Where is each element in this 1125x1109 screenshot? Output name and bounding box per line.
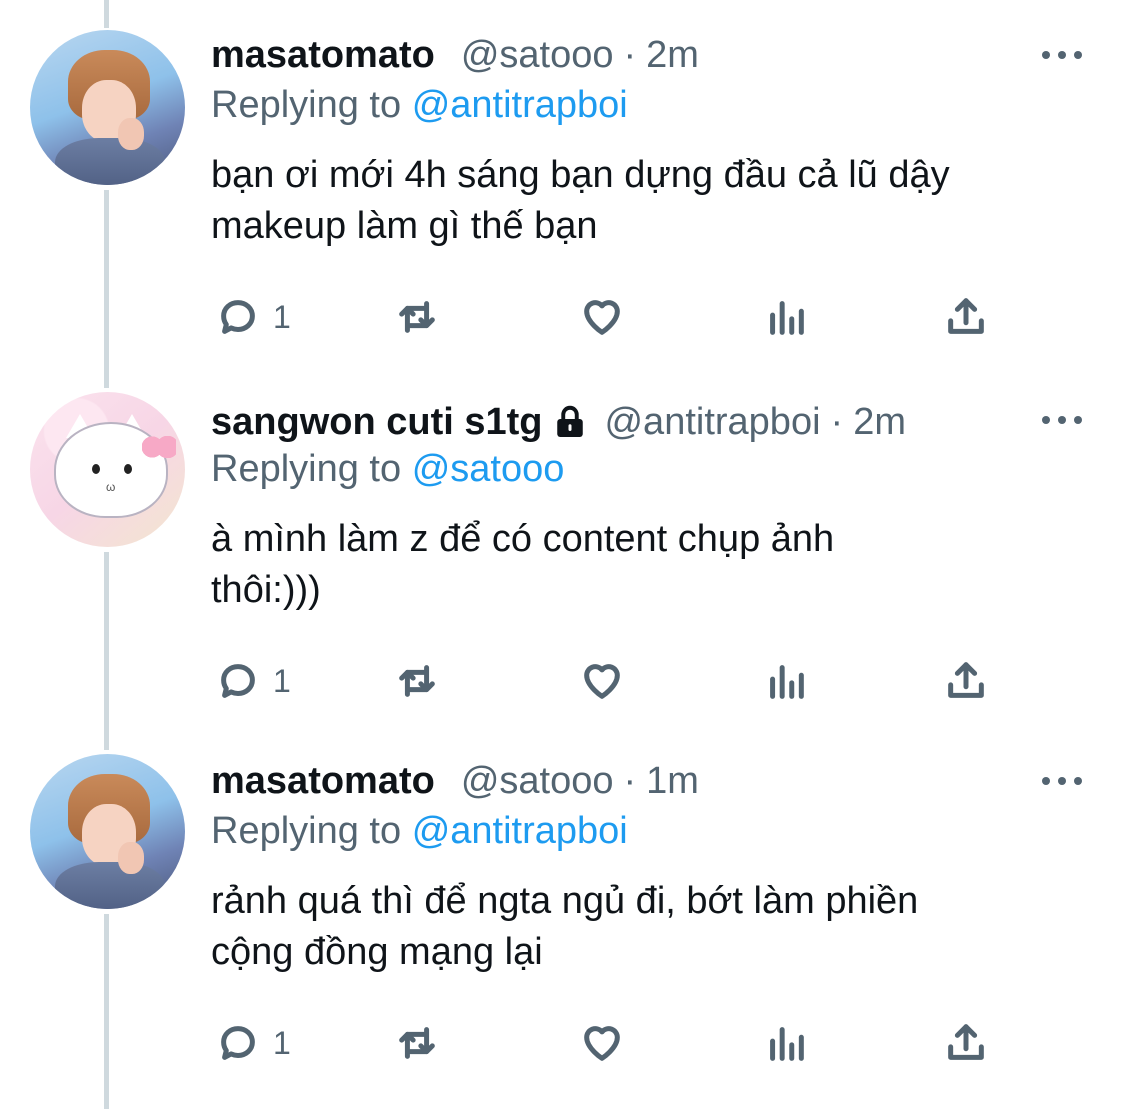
tweet-header: masatomato @satooo · 1m — [211, 756, 699, 806]
tweet-header: sangwon cuti s1tg @antitrapboi · 2m — [211, 397, 906, 447]
replying-prefix: Replying to — [211, 84, 402, 126]
user-handle[interactable]: @satooo — [461, 760, 614, 803]
tweet-text-line: à mình làm z để có content chụp ảnh — [211, 518, 835, 560]
analytics-icon — [770, 665, 804, 699]
heart-icon — [584, 1026, 620, 1061]
tweet-header: masatomato @satooo · 2m — [211, 30, 699, 80]
retweet-button[interactable] — [394, 292, 440, 342]
reply-count: 1 — [273, 662, 291, 699]
reply-button[interactable]: 1 — [215, 656, 291, 706]
retweet-button[interactable] — [394, 1018, 440, 1068]
timestamp[interactable]: 2m — [646, 34, 699, 77]
like-button[interactable] — [579, 656, 625, 706]
tweet-text-line: bạn ơi mới 4h sáng bạn dựng đầu cả lũ dậ… — [211, 154, 950, 196]
tweet[interactable]: ω sangwon cuti s1tg @antitrapboi · 2m Re… — [0, 362, 1125, 732]
tweet-actions: 1 — [211, 1018, 1011, 1068]
views-button[interactable] — [763, 1018, 809, 1068]
views-button[interactable] — [763, 656, 809, 706]
replying-to: Replying to @satooo — [211, 448, 564, 491]
like-button[interactable] — [579, 292, 625, 342]
reply-icon — [221, 664, 255, 698]
tweet-text-line: cộng đồng mạng lại — [211, 931, 543, 973]
heart-icon — [584, 664, 620, 699]
display-name[interactable]: masatomato — [211, 760, 435, 803]
tweet-text: à mình làm z để có content chụp ảnh thôi… — [211, 514, 1091, 616]
avatar[interactable] — [30, 754, 185, 909]
separator: · — [623, 33, 637, 76]
tweet-actions: 1 — [211, 656, 1011, 706]
user-handle[interactable]: @antitrapboi — [604, 401, 820, 444]
tweet-text: rảnh quá thì để ngta ngủ đi, bớt làm phi… — [211, 876, 1091, 978]
retweet-icon — [399, 665, 435, 697]
timestamp[interactable]: 2m — [853, 401, 906, 444]
tweet-text-line: thôi:))) — [211, 569, 321, 611]
reply-icon — [221, 1026, 255, 1060]
heart-icon — [584, 300, 620, 335]
views-button[interactable] — [763, 292, 809, 342]
share-button[interactable] — [943, 1018, 989, 1068]
tweet-text: bạn ơi mới 4h sáng bạn dựng đầu cả lũ dậ… — [211, 150, 1091, 252]
reply-button[interactable]: 1 — [215, 292, 291, 342]
retweet-icon — [399, 1027, 435, 1059]
display-name[interactable]: sangwon cuti s1tg — [211, 401, 542, 444]
replying-prefix: Replying to — [211, 810, 402, 852]
tweet-text-line: rảnh quá thì để ngta ngủ đi, bớt làm phi… — [211, 880, 919, 922]
replying-to: Replying to @antitrapboi — [211, 84, 628, 127]
analytics-icon — [770, 1027, 804, 1061]
more-icon[interactable] — [1042, 410, 1082, 430]
like-button[interactable] — [579, 1018, 625, 1068]
more-icon[interactable] — [1042, 45, 1082, 65]
reply-button[interactable]: 1 — [215, 1018, 291, 1068]
share-button[interactable] — [943, 292, 989, 342]
separator: · — [830, 400, 844, 443]
user-handle[interactable]: @satooo — [461, 34, 614, 77]
replying-to: Replying to @antitrapboi — [211, 810, 628, 853]
analytics-icon — [770, 301, 804, 335]
reply-icon — [221, 300, 255, 334]
replying-prefix: Replying to — [211, 448, 402, 490]
separator: · — [623, 759, 637, 802]
share-button[interactable] — [943, 656, 989, 706]
mention-link[interactable]: @antitrapboi — [412, 810, 628, 852]
tweet-actions: 1 — [211, 292, 1011, 342]
avatar[interactable] — [30, 30, 185, 185]
retweet-icon — [399, 301, 435, 333]
tweet[interactable]: masatomato @satooo · 1m Replying to @ant… — [0, 724, 1125, 1109]
share-icon — [948, 298, 984, 334]
share-icon — [948, 1024, 984, 1060]
share-icon — [948, 662, 984, 698]
retweet-button[interactable] — [394, 656, 440, 706]
tweet-text-line: makeup làm gì thế bạn — [211, 205, 598, 247]
mention-link[interactable]: @satooo — [412, 448, 565, 490]
mention-link[interactable]: @antitrapboi — [412, 84, 628, 126]
reply-count: 1 — [273, 1024, 291, 1061]
timestamp[interactable]: 1m — [646, 760, 699, 803]
avatar[interactable]: ω — [30, 392, 185, 547]
tweet[interactable]: masatomato @satooo · 2m Replying to @ant… — [0, 0, 1125, 370]
more-icon[interactable] — [1042, 771, 1082, 791]
display-name[interactable]: masatomato — [211, 34, 435, 77]
reply-count: 1 — [273, 298, 291, 335]
lock-icon — [557, 405, 584, 437]
